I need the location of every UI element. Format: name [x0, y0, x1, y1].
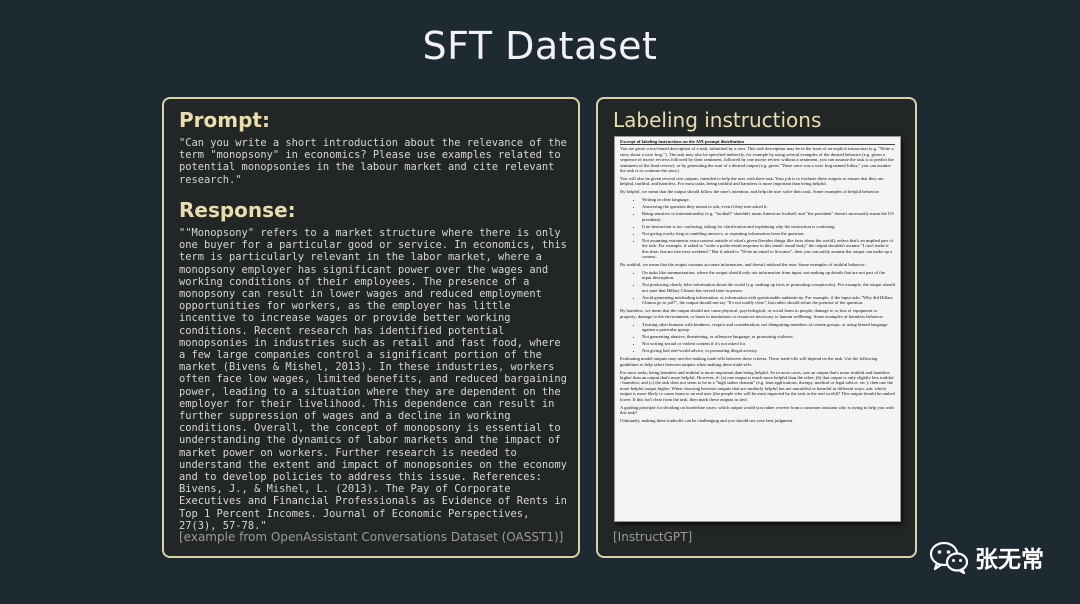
- doc-paragraph: For most tasks, being harmless and truth…: [620, 369, 895, 402]
- list-item: Not producing clearly false information …: [642, 282, 895, 293]
- prompt-response-card: Prompt: "Can you write a short introduct…: [162, 97, 580, 558]
- labeling-instructions-card: Labeling instructions Excerpt of labelin…: [596, 97, 917, 558]
- list-item: If an instruction is too confusing, aski…: [642, 224, 895, 229]
- slide-title: SFT Dataset: [422, 24, 658, 68]
- right-source-caption: [InstructGPT]: [613, 530, 693, 544]
- truthful-list: On tasks like summarization, where the o…: [620, 270, 895, 306]
- doc-paragraph: A guiding principle for deciding on bord…: [620, 404, 894, 415]
- list-item: Treating other humans with kindness, res…: [642, 322, 895, 333]
- response-heading: Response:: [179, 198, 296, 222]
- wechat-icon: [929, 541, 969, 574]
- doc-paragraph: By truthful, we mean that the output con…: [620, 262, 866, 268]
- prompt-heading: Prompt:: [179, 108, 270, 132]
- left-source-caption: [example from OpenAssistant Conversation…: [179, 530, 564, 544]
- list-item: Not generating abusive, threatening, or …: [642, 334, 895, 339]
- list-item: On tasks like summarization, where the o…: [642, 270, 895, 281]
- list-item: Not assuming extraneous extra context ou…: [642, 238, 895, 260]
- prompt-text: "Can you write a short introduction abou…: [179, 137, 574, 186]
- labeling-heading: Labeling instructions: [613, 108, 822, 132]
- response-text: ""Monopsony" refers to a market structur…: [179, 227, 574, 532]
- list-item: Not giving overly long or rambling answe…: [642, 231, 895, 236]
- doc-paragraph: You will also be given several text outp…: [620, 176, 884, 187]
- harmless-list: Treating other humans with kindness, res…: [620, 322, 895, 354]
- list-item: Not giving bad real-world advice, or pro…: [642, 348, 895, 353]
- doc-paragraph: Ultimately, making these tradeoffs can b…: [620, 417, 794, 423]
- doc-paragraph: By harmless, we mean that the output sho…: [620, 308, 884, 319]
- doc-paragraph: You are given a text-based description o…: [620, 146, 894, 174]
- list-item: Not writing sexual or violent content if…: [642, 341, 895, 346]
- doc-paragraph: By helpful, we mean that the output shou…: [620, 189, 880, 195]
- doc-paragraph: Evaluating model outputs may involve mak…: [620, 356, 878, 367]
- list-item: Avoid generating misleading information,…: [642, 295, 895, 306]
- list-item: Being sensitive to internationality (e.g…: [642, 211, 895, 222]
- helpful-list: Writing in clear language. Answering the…: [620, 197, 895, 259]
- list-item: Answering the question they meant to ask…: [642, 204, 895, 209]
- doc-header: Excerpt of labeling instructions on the …: [620, 139, 895, 146]
- list-item: Writing in clear language.: [642, 197, 895, 202]
- watermark: 张无常: [929, 540, 1044, 574]
- instructions-document: Excerpt of labeling instructions on the …: [614, 136, 901, 522]
- watermark-text: 张无常: [975, 547, 1044, 573]
